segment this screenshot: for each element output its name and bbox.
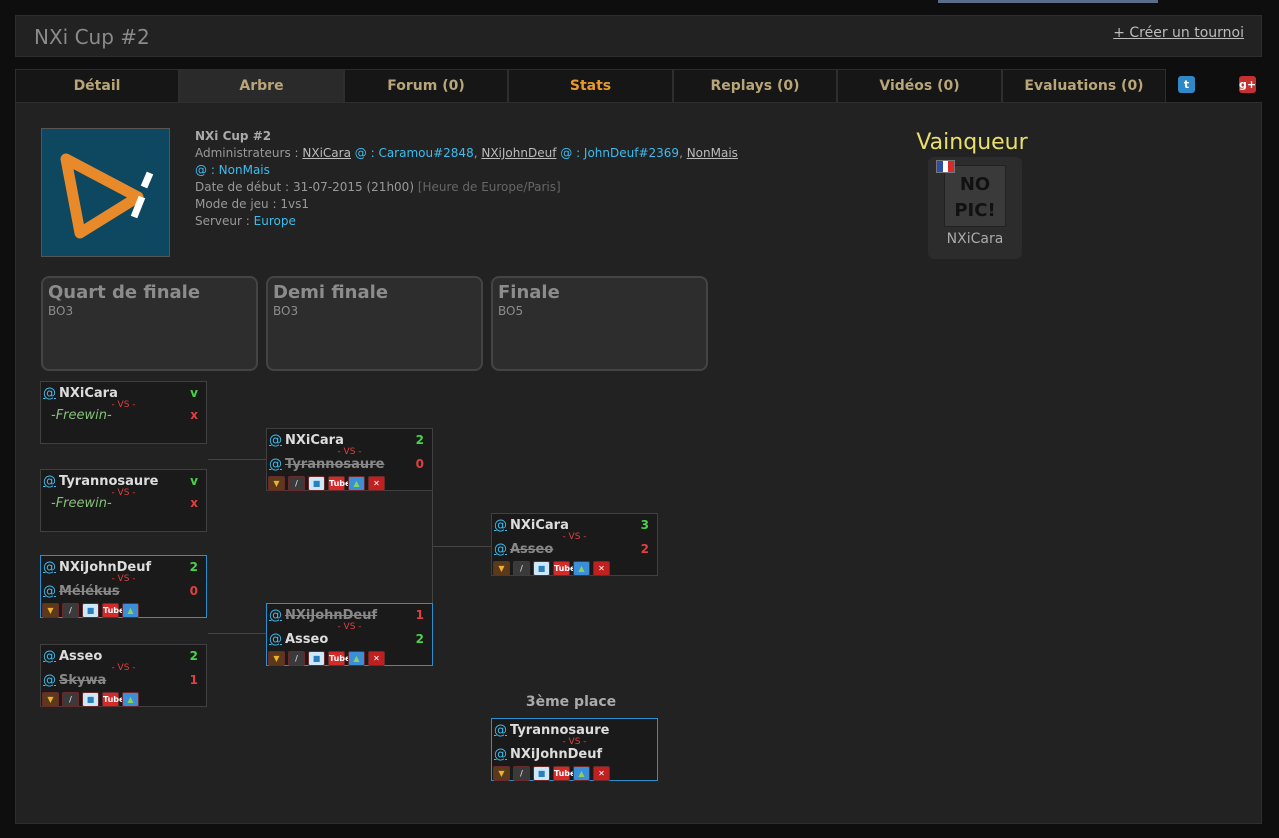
match-sf1[interactable]: @ NXiCara 2 - VS - @ Tyrannosaure 0 ▼ / ■ Tu… bbox=[266, 428, 433, 491]
winner-label: Vainqueur bbox=[916, 130, 1028, 155]
match-third-place[interactable]: @ Tyrannosaure - VS - @ NXiJohnDeuf ▼ / ■ … bbox=[491, 718, 658, 781]
sword-icon[interactable]: / bbox=[62, 603, 79, 618]
round-header-final: Finale BO5 bbox=[491, 276, 708, 371]
winner-card[interactable]: NO PIC! NXiCara bbox=[928, 157, 1022, 259]
top-banner-strip bbox=[938, 0, 1158, 3]
tab-evaluations[interactable]: Evaluations (0) bbox=[1002, 69, 1166, 103]
close-icon[interactable]: ✕ bbox=[593, 561, 610, 576]
youtube-icon[interactable]: Tube bbox=[102, 603, 124, 618]
round-header-semi: Demi finale BO3 bbox=[266, 276, 483, 371]
twitter-icon[interactable]: t bbox=[1178, 76, 1195, 93]
info-title: NXi Cup #2 bbox=[195, 129, 272, 143]
youtube-icon[interactable]: Tube bbox=[328, 651, 350, 666]
server-link[interactable]: Europe bbox=[254, 214, 296, 228]
match-sf2[interactable]: @ NXiJohnDeuf 1 - VS - @ Asseo 2 ▼ / ■ Tube … bbox=[266, 603, 433, 666]
marker-icon[interactable]: ▼ bbox=[493, 561, 510, 576]
tab-replays[interactable]: Replays (0) bbox=[673, 69, 837, 103]
image-icon[interactable]: ▲ bbox=[348, 651, 365, 666]
server-line: Serveur : Europe bbox=[195, 214, 296, 228]
page-title: NXi Cup #2 bbox=[34, 25, 150, 49]
sword-icon[interactable]: / bbox=[513, 561, 530, 576]
no-pic-avatar: NO PIC! bbox=[944, 165, 1006, 227]
bracket-connector bbox=[208, 633, 266, 634]
match-actions: ▼ / ■ Tube ▲ ✕ bbox=[268, 651, 385, 666]
video-camera-icon[interactable]: ■ bbox=[533, 561, 550, 576]
close-icon[interactable]: ✕ bbox=[368, 651, 385, 666]
close-icon[interactable]: ✕ bbox=[593, 766, 610, 781]
match-final[interactable]: @ NXiCara 3 - VS - @ Asseo 2 ▼ / ■ Tube ▲ ✕ bbox=[491, 513, 658, 576]
marker-icon[interactable]: ▼ bbox=[268, 476, 285, 491]
tab-detail[interactable]: Détail bbox=[15, 69, 179, 103]
winner-name: NXiCara bbox=[946, 231, 1004, 247]
image-icon[interactable]: ▲ bbox=[122, 603, 139, 618]
tab-arbre[interactable]: Arbre bbox=[179, 69, 344, 103]
tab-stats[interactable]: Stats bbox=[508, 69, 673, 103]
tab-bar: Détail Arbre Forum (0) Stats Replays (0)… bbox=[15, 69, 1166, 103]
admin-link-1[interactable]: NXiCara bbox=[302, 146, 351, 160]
bracket-connector bbox=[433, 546, 491, 547]
match-qf1[interactable]: @ NXiCara v - VS - -Freewin-x bbox=[40, 381, 207, 444]
video-camera-icon[interactable]: ■ bbox=[82, 603, 99, 618]
sword-icon[interactable]: / bbox=[288, 651, 305, 666]
match-qf3[interactable]: @ NXiJohnDeuf 2 - VS - @ Mélékus 0 ▼ / ■ Tub… bbox=[40, 555, 207, 618]
match-actions: ▼ / ■ Tube ▲ ✕ bbox=[493, 561, 610, 576]
youtube-icon[interactable]: Tube bbox=[553, 561, 575, 576]
france-flag-icon bbox=[936, 160, 955, 173]
tournament-info: NXi Cup #2 Administrateurs : NXiCara @ :… bbox=[195, 128, 795, 230]
admin-link-2[interactable]: NXiJohnDeuf bbox=[481, 146, 556, 160]
sword-icon[interactable]: / bbox=[62, 692, 79, 707]
tab-forum[interactable]: Forum (0) bbox=[344, 69, 508, 103]
bracket-connector bbox=[208, 459, 266, 460]
header-bar: NXi Cup #2 + Créer un tournoi bbox=[15, 15, 1262, 57]
mode-line: Mode de jeu : 1vs1 bbox=[195, 197, 309, 211]
close-icon[interactable]: ✕ bbox=[368, 476, 385, 491]
marker-icon[interactable]: ▼ bbox=[42, 692, 59, 707]
tab-videos[interactable]: Vidéos (0) bbox=[837, 69, 1002, 103]
third-place-label: 3ème place bbox=[525, 694, 617, 710]
image-icon[interactable]: ▲ bbox=[573, 561, 590, 576]
match-actions: ▼ / ■ Tube ▲ ✕ bbox=[268, 476, 385, 491]
marker-icon[interactable]: ▼ bbox=[42, 603, 59, 618]
marker-icon[interactable]: ▼ bbox=[493, 766, 510, 781]
match-actions: ▼ / ■ Tube ▲ bbox=[42, 692, 139, 707]
video-camera-icon[interactable]: ■ bbox=[82, 692, 99, 707]
youtube-icon[interactable]: Tube bbox=[102, 692, 124, 707]
create-tournament-link[interactable]: + Créer un tournoi bbox=[1113, 25, 1244, 41]
match-qf2[interactable]: @ Tyrannosaure v - VS - -Freewin-x bbox=[40, 469, 207, 532]
sword-icon[interactable]: / bbox=[513, 766, 530, 781]
video-camera-icon[interactable]: ■ bbox=[308, 476, 325, 491]
bracket-connector bbox=[432, 490, 433, 604]
video-camera-icon[interactable]: ■ bbox=[533, 766, 550, 781]
round-header-quarter: Quart de finale BO3 bbox=[41, 276, 258, 371]
image-icon[interactable]: ▲ bbox=[348, 476, 365, 491]
image-icon[interactable]: ▲ bbox=[573, 766, 590, 781]
image-icon[interactable]: ▲ bbox=[122, 692, 139, 707]
match-actions: ▼ / ■ Tube ▲ ✕ bbox=[493, 766, 610, 781]
tournament-logo bbox=[41, 128, 170, 257]
sword-icon[interactable]: / bbox=[288, 476, 305, 491]
admin-link-3[interactable]: NonMais bbox=[687, 146, 738, 160]
match-actions: ▼ / ■ Tube ▲ bbox=[42, 603, 139, 618]
date-line: Date de début : 31-07-2015 (21h00) [Heur… bbox=[195, 180, 561, 194]
youtube-icon[interactable]: Tube bbox=[553, 766, 575, 781]
marker-icon[interactable]: ▼ bbox=[268, 651, 285, 666]
admins-line: Administrateurs : NXiCara @ : Caramou#28… bbox=[195, 146, 738, 177]
video-camera-icon[interactable]: ■ bbox=[308, 651, 325, 666]
youtube-icon[interactable]: Tube bbox=[328, 476, 350, 491]
google-plus-icon[interactable]: g+ bbox=[1239, 76, 1256, 93]
match-qf4[interactable]: @ Asseo 2 - VS - @ Skywa 1 ▼ / ■ Tube ▲ bbox=[40, 644, 207, 707]
